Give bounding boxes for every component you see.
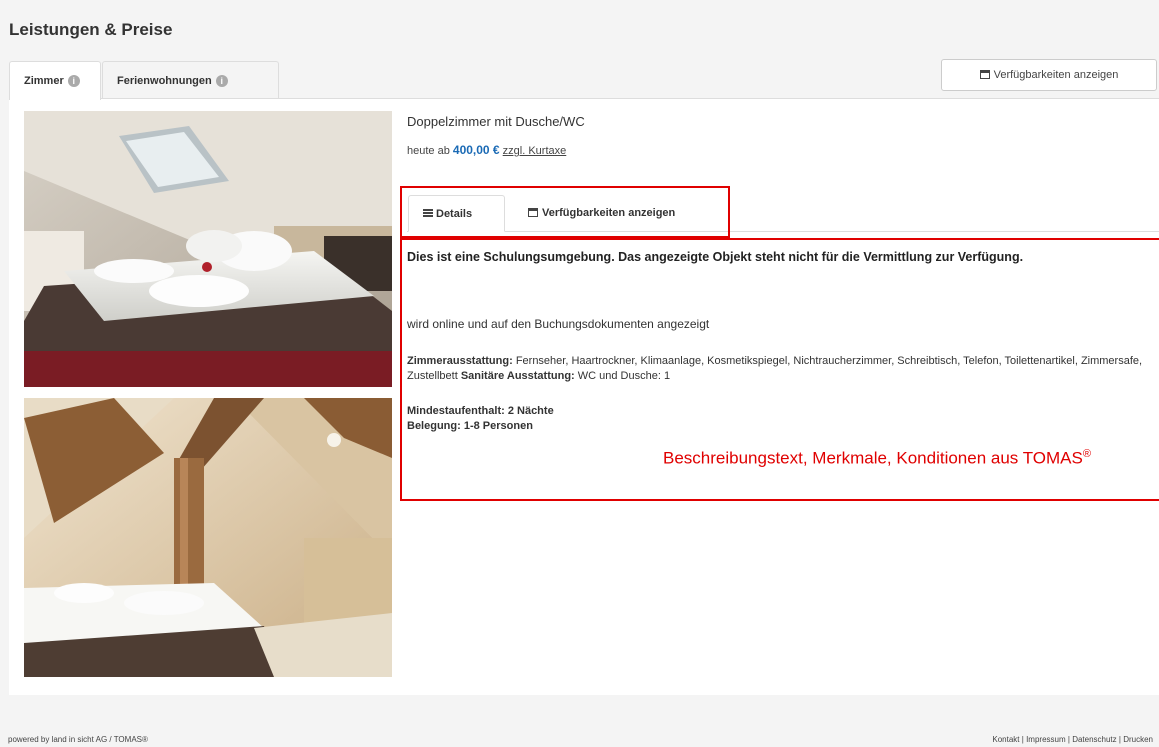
- schulung-notice: Dies ist eine Schulungsumgebung. Das ang…: [407, 250, 1024, 264]
- calendar-icon: [979, 70, 990, 79]
- occupancy: Belegung: 1-8 Personen: [407, 420, 533, 432]
- room-equipment: Zimmerausstattung: Fernseher, Haartrockn…: [407, 354, 1152, 384]
- room-photo-2[interactable]: [24, 398, 392, 677]
- tab-zimmer[interactable]: Zimmer i: [9, 61, 101, 100]
- tab-ferienwohnungen-label: Ferienwohnungen: [117, 75, 212, 87]
- equipment-label: Zimmerausstattung:: [407, 355, 513, 367]
- min-stay: Mindestaufenthalt: 2 Nächte: [407, 405, 554, 417]
- footer-separator: |: [1021, 735, 1024, 744]
- price-value: 400,00 €: [452, 143, 500, 157]
- tab-zimmer-label: Zimmer: [24, 75, 64, 87]
- info-icon: i: [67, 75, 80, 88]
- annotation-mark: ®: [1082, 448, 1091, 460]
- footer-powered-by: powered by land in sicht AG / TOMAS®: [8, 735, 148, 744]
- room-photo-1[interactable]: [24, 111, 392, 387]
- footer-link-datenschutz[interactable]: Datenschutz: [1072, 735, 1116, 744]
- section-title: Leistungen & Preise: [9, 20, 173, 39]
- inner-tab-details[interactable]: Details: [408, 195, 505, 232]
- availability-button-label: Verfügbarkeiten anzeigen: [993, 69, 1119, 81]
- availability-button[interactable]: Verfügbarkeiten anzeigen: [941, 59, 1157, 91]
- footer-links: Kontakt | Impressum | Datenschutz | Druc…: [992, 735, 1153, 744]
- room-title: Doppelzimmer mit Dusche/WC: [407, 114, 585, 129]
- footer-separator: |: [1067, 735, 1070, 744]
- footer-link-kontakt[interactable]: Kontakt: [992, 735, 1019, 744]
- kurtaxe-link[interactable]: zzgl. Kurtaxe: [503, 145, 567, 157]
- footer-separator: |: [1118, 735, 1121, 744]
- sanitary-label: Sanitäre Ausstattung:: [460, 370, 575, 382]
- stay-conditions: Mindestaufenthalt: 2 Nächte Belegung: 1-…: [407, 404, 554, 434]
- price-line: heute ab 400,00 € zzgl. Kurtaxe: [407, 143, 566, 157]
- footer-link-drucken[interactable]: Drucken: [1123, 735, 1153, 744]
- footer-link-impressum[interactable]: Impressum: [1026, 735, 1066, 744]
- price-prefix: heute ab: [407, 145, 450, 157]
- online-note: wird online und auf den Buchungsdokument…: [407, 317, 710, 331]
- sanitary-value: WC und Dusche: 1: [577, 370, 671, 382]
- list-icon: [423, 209, 433, 217]
- annotation-body: Beschreibungstext, Merkmale, Konditionen…: [663, 448, 1083, 468]
- annotation-text: Beschreibungstext, Merkmale, Konditionen…: [663, 444, 1159, 469]
- tab-ferienwohnungen[interactable]: Ferienwohnungen i: [102, 61, 279, 100]
- info-icon: i: [215, 75, 228, 88]
- inner-tab-details-label: Details: [436, 208, 473, 220]
